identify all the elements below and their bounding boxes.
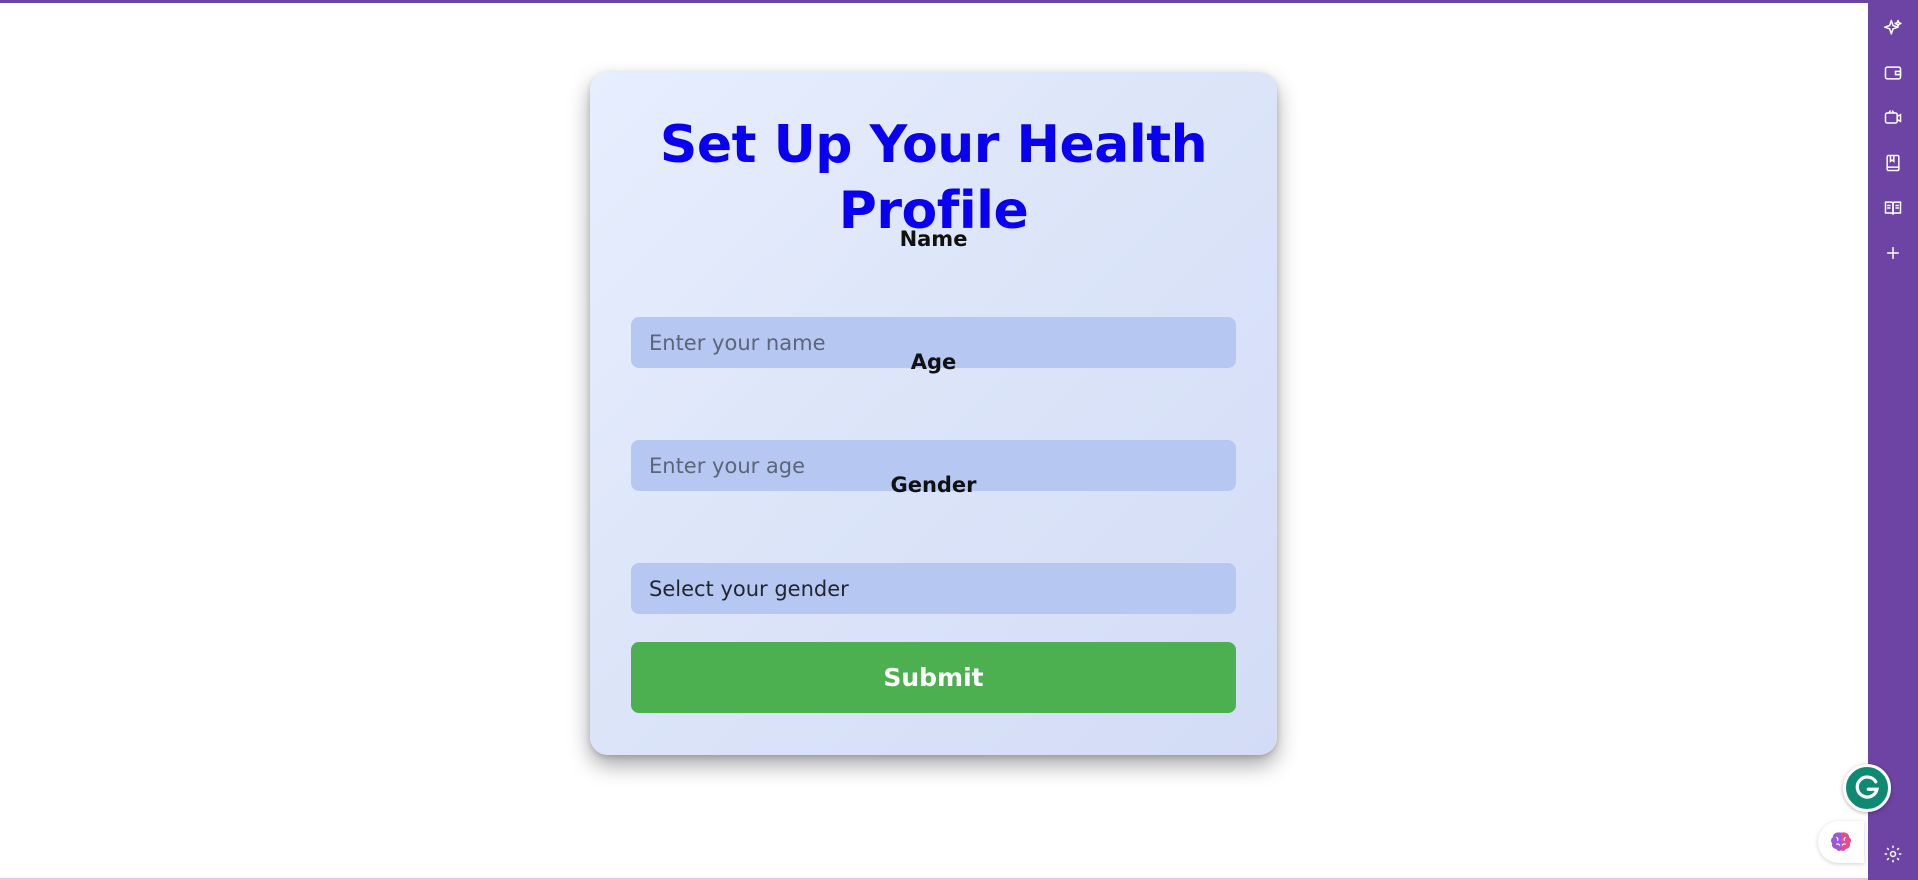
bookmark-icon[interactable] bbox=[1881, 151, 1905, 175]
wallet-icon[interactable] bbox=[1881, 61, 1905, 85]
plus-icon[interactable] bbox=[1881, 241, 1905, 265]
age-label: Age bbox=[910, 350, 957, 374]
brain-icon[interactable] bbox=[1818, 821, 1864, 863]
top-accent-bar bbox=[0, 0, 1868, 3]
gender-select[interactable]: Select your gender bbox=[631, 563, 1236, 614]
gender-select-value: Select your gender bbox=[649, 576, 849, 601]
video-icon[interactable] bbox=[1881, 106, 1905, 130]
book-icon[interactable] bbox=[1881, 196, 1905, 220]
sparkle-icon[interactable] bbox=[1881, 16, 1905, 40]
gender-label: Gender bbox=[890, 473, 977, 497]
page-title: Set Up Your Health Profile bbox=[659, 115, 1208, 241]
page: Set Up Your Health Profile Name Enter yo… bbox=[0, 0, 1918, 880]
grammarly-icon[interactable] bbox=[1843, 764, 1891, 812]
right-sidebar bbox=[1868, 0, 1918, 880]
name-label: Name bbox=[899, 227, 968, 251]
gear-icon[interactable] bbox=[1881, 842, 1905, 866]
health-profile-card: Set Up Your Health Profile Name Enter yo… bbox=[590, 72, 1277, 755]
submit-button[interactable]: Submit bbox=[631, 642, 1236, 713]
